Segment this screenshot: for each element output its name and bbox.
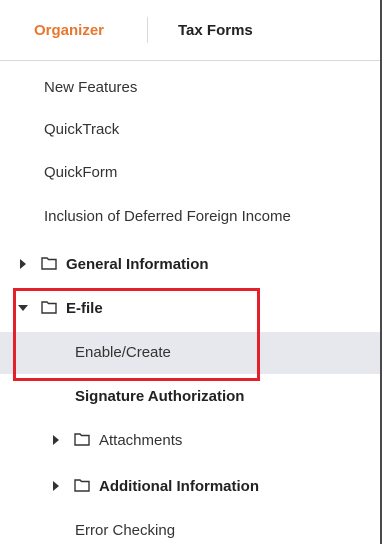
folder-icon	[41, 301, 57, 314]
folder-icon	[41, 257, 57, 270]
caret-right-icon[interactable]	[20, 259, 26, 269]
tree-item-label: Inclusion of Deferred Foreign Income	[44, 208, 291, 225]
tree-item-label: Error Checking	[75, 522, 176, 539]
tab-bar: Organizer Tax Forms	[0, 0, 380, 61]
tree-item-label: Attachments	[99, 432, 183, 449]
caret-right-icon[interactable]	[53, 481, 59, 491]
tree-folder-efile[interactable]: E-file	[0, 288, 380, 330]
tree-folder-attachments[interactable]: Attachments	[0, 420, 380, 462]
tab-divider	[147, 17, 148, 43]
tree-folder-additional-information[interactable]: Additional Information	[0, 466, 380, 508]
tab-organizer[interactable]: Organizer	[34, 22, 104, 39]
organizer-panel: Organizer Tax Forms New Features QuickTr…	[0, 0, 382, 544]
tree-folder-general-information[interactable]: General Information	[0, 244, 380, 286]
tree-item-label: General Information	[66, 256, 209, 273]
caret-down-icon[interactable]	[18, 305, 28, 311]
tree-item-label: QuickTrack	[44, 121, 120, 138]
tree-item-quicktrack[interactable]: QuickTrack	[0, 109, 380, 151]
tree-item-quickform[interactable]: QuickForm	[0, 152, 380, 194]
tree-item-label: Enable/Create	[75, 344, 171, 361]
tree-item-label: QuickForm	[44, 164, 118, 181]
tree-item-error-checking[interactable]: Error Checking	[0, 510, 380, 552]
tab-tax-forms[interactable]: Tax Forms	[178, 22, 253, 39]
folder-icon	[74, 479, 90, 492]
tree-item-new-features[interactable]: New Features	[0, 67, 380, 109]
tree-item-label: New Features	[44, 79, 138, 96]
caret-right-icon[interactable]	[53, 435, 59, 445]
tree-item-signature-authorization[interactable]: Signature Authorization	[0, 376, 380, 418]
folder-icon	[74, 433, 90, 446]
tree-item-enable-create[interactable]: Enable/Create	[0, 332, 380, 374]
tree-item-label: Signature Authorization	[75, 388, 245, 405]
tree-item-label: Additional Information	[99, 478, 259, 495]
tree-item-label: E-file	[66, 300, 103, 317]
tree-item-inclusion-deferred-foreign-income[interactable]: Inclusion of Deferred Foreign Income	[0, 196, 380, 238]
